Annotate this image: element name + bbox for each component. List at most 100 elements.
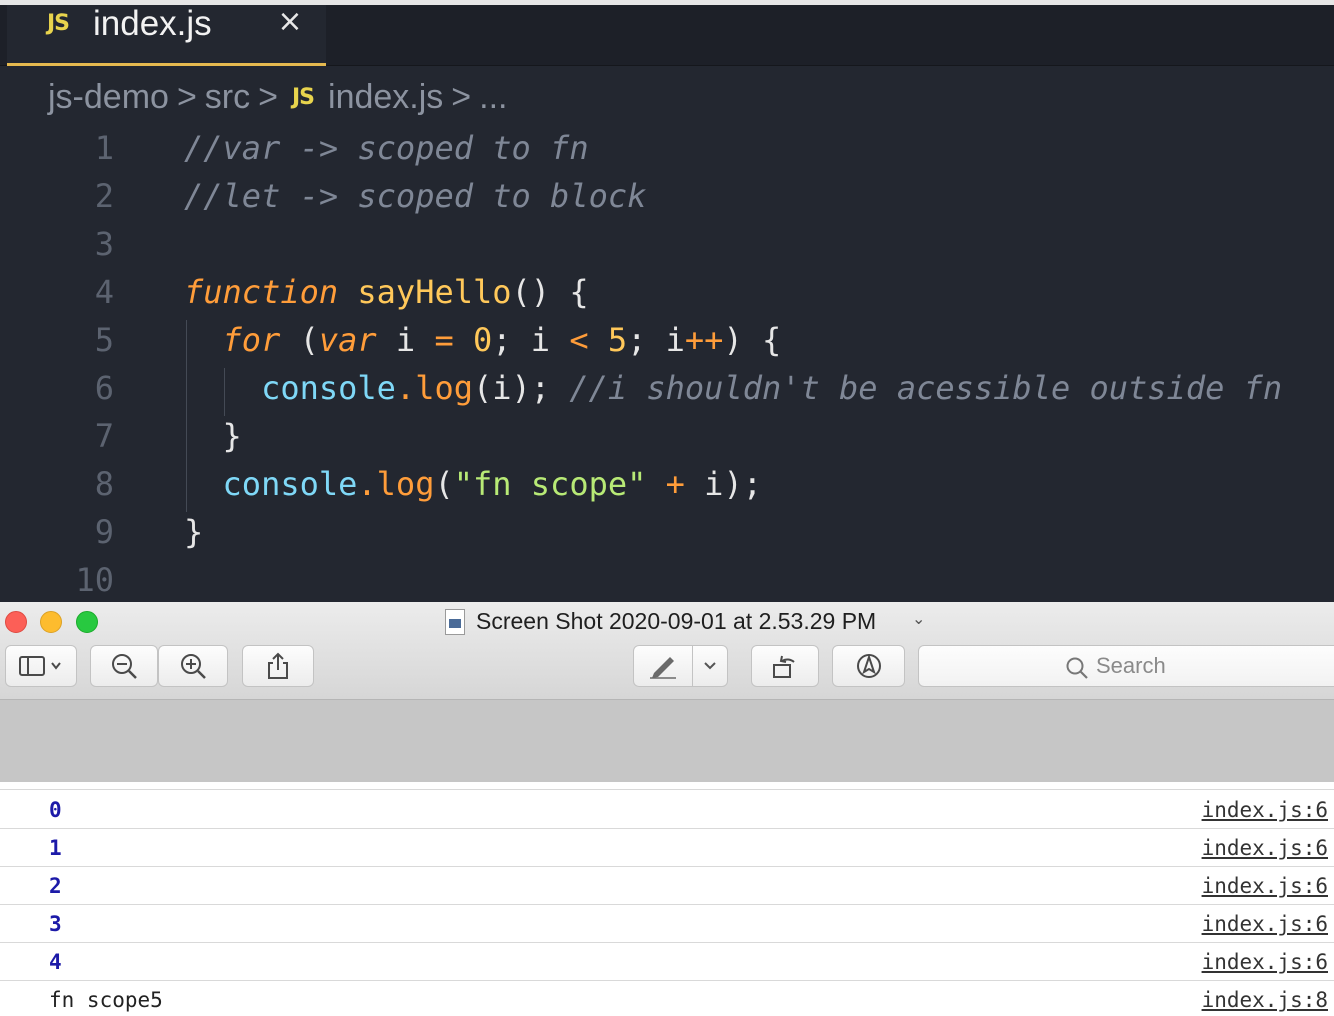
code-line[interactable]: 10 [0,556,1334,602]
console-value: 2 [49,874,62,898]
code-line[interactable]: 1 //var -> scoped to fn [0,124,1334,172]
line-number: 2 [94,177,114,215]
code-line[interactable]: 3 [0,220,1334,268]
code-line[interactable]: 4 function sayHello() { [0,268,1334,316]
chevron-down-icon[interactable]: ⌄ [912,609,925,629]
console-row: 3 index.js:6 [0,905,1334,943]
code-token: console [261,369,396,407]
zoom-out-button[interactable] [90,645,158,687]
code-text: //var -> scoped to fn [184,124,589,172]
window-title[interactable]: Screen Shot 2020-09-01 at 2.53.29 PM [476,608,876,635]
document-icon [445,609,465,635]
share-icon [268,652,288,679]
zoom-out-icon [112,654,137,679]
search-input[interactable]: Search [918,645,1334,687]
rotate-button[interactable] [751,645,819,687]
editor-tab-bar: JS index.js × [0,4,1334,66]
console-value: fn scope5 [49,988,163,1012]
window-maximize-button[interactable] [76,611,98,633]
console-row: 4 index.js:6 [0,943,1334,981]
console-value: 3 [49,912,62,936]
console-source-link[interactable]: index.js:6 [1202,867,1328,905]
line-number: 4 [94,273,114,311]
chevron-right-icon: > [176,77,197,116]
console-row: 2 index.js:6 [0,867,1334,905]
breadcrumb-item-more[interactable]: ... [479,78,507,117]
code-token: function [184,273,339,311]
chevron-down-icon [704,662,716,670]
code-token: ++ [684,321,724,359]
line-number: 5 [94,321,114,359]
code-text: function sayHello() { [184,268,589,316]
js-file-icon: JS [47,11,70,36]
code-token: ; i [627,321,685,359]
code-line[interactable]: 9} [0,508,1334,556]
console-row-cropped [0,782,1334,790]
console-source-link[interactable]: index.js:6 [1202,943,1328,981]
sidebar-toggle-button[interactable] [5,645,77,687]
search-icon [1066,657,1088,679]
markup-button[interactable] [633,645,693,687]
code-token: sayHello [357,273,512,311]
sidebar-icon [19,656,61,676]
share-button[interactable] [242,645,314,687]
zoom-in-icon [181,654,206,679]
console-output: 0 index.js:6 1 index.js:6 2 index.js:6 3 index.… [0,782,1334,1016]
code-token: i [376,321,435,359]
js-file-icon: JS [291,84,315,110]
code-token: } [184,417,242,455]
console-source-link[interactable]: index.js:6 [1202,905,1328,943]
code-token: } [184,513,204,551]
code-token: + [665,465,685,503]
code-line[interactable]: 8 console.log("fn scope" + i); [0,460,1334,508]
window-titlebar: Screen Shot 2020-09-01 at 2.53.29 PM ⌄ S… [0,602,1334,700]
code-text: } [184,508,203,556]
code-text: console.log(i); //i shouldn't be acessib… [184,364,1282,412]
code-line[interactable]: 6 console.log(i); //i shouldn't be acess… [0,364,1334,412]
code-editor: JS index.js × js-demo > src > JS index.j… [0,0,1334,602]
window-close-button[interactable] [5,611,27,633]
code-token: = [434,321,454,359]
preview-window: Screen Shot 2020-09-01 at 2.53.29 PM ⌄ S… [0,602,1334,1016]
zoom-in-button[interactable] [158,645,228,687]
code-text: console.log("fn scope" + i); [184,460,762,508]
chevron-right-icon: > [451,77,472,116]
code-text: for (var i = 0; i < 5; i++) { [184,316,782,364]
code-line[interactable]: 7 } [0,412,1334,460]
tab-index-js[interactable]: JS index.js × [7,4,326,66]
preview-toolbar-gap [0,700,1334,782]
console-source-link[interactable]: index.js:6 [1202,829,1328,867]
window-minimize-button[interactable] [40,611,62,633]
code-token: for [222,321,281,359]
pen-circle-icon [856,653,881,678]
close-icon[interactable]: × [273,5,307,39]
code-token: ( [280,321,319,359]
console-value: 0 [49,798,62,822]
code-line[interactable]: 2 //let -> scoped to block [0,172,1334,220]
chevron-right-icon: > [258,77,278,116]
breadcrumb-item-src[interactable]: src [205,78,250,117]
code-text: //let -> scoped to block [184,172,646,220]
console-value: 1 [49,836,62,860]
code-token: ; i [492,321,570,359]
line-number: 3 [94,225,114,263]
code-token: < [569,321,589,359]
breadcrumb-item-index-js[interactable]: index.js [328,78,443,117]
console-source-link[interactable]: index.js:6 [1202,791,1328,829]
tab-title: index.js [93,4,212,43]
annotate-button[interactable] [832,645,905,687]
line-number: 10 [75,561,114,599]
console-source-link[interactable]: index.js:8 [1202,981,1328,1016]
code-token: ) { [723,321,782,359]
markup-menu-button[interactable] [692,645,728,687]
code-line[interactable]: 5 for (var i = 0; i < 5; i++) { [0,316,1334,364]
breadcrumb: js-demo > src > JS index.js > ... [48,76,508,118]
code-text: } [184,412,242,460]
code-token: log [376,465,435,503]
breadcrumb-item-js-demo[interactable]: js-demo [48,78,169,117]
